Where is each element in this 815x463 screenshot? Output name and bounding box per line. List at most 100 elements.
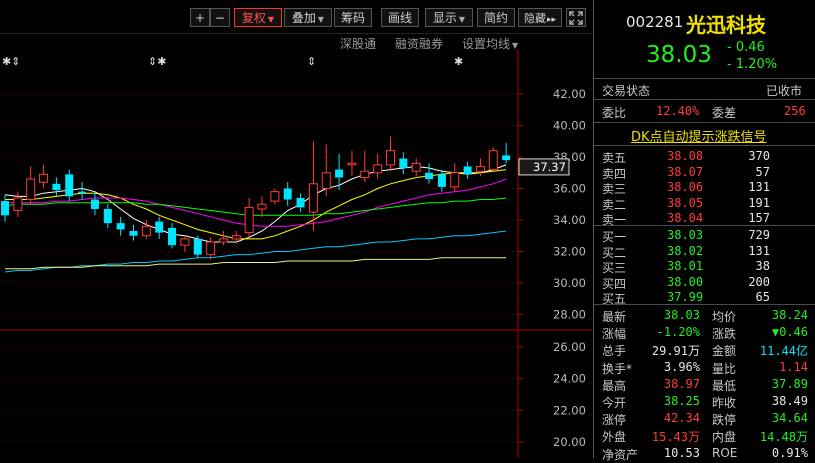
order-price[interactable]: 38.01 [667, 259, 703, 273]
chouma-button[interactable]: 筹码 [334, 8, 372, 27]
stat-label: 外盘 [602, 430, 627, 445]
weibi-value: 12.40% [656, 104, 700, 118]
stat-label: 净资产 [602, 447, 639, 462]
order-level-label: 卖四 [602, 166, 627, 181]
divider [594, 225, 815, 226]
stat-value: 15.43万 [651, 430, 700, 445]
chevron-down-icon: ▼ [267, 15, 275, 24]
candle-body [78, 191, 87, 194]
huaxian-button[interactable]: 画线 [381, 8, 419, 27]
order-price[interactable]: 38.08 [667, 149, 703, 163]
y-tick-label: 30.00 [553, 276, 586, 290]
dk-signal-link[interactable]: DK点自动提示涨跌信号 [631, 126, 767, 145]
candle-body [13, 197, 23, 212]
y-tick-label: 26.00 [553, 340, 586, 354]
stat-label: ROE [712, 445, 738, 460]
weicha-value: 256 [784, 104, 806, 118]
stat-value: 34.64 [771, 411, 808, 426]
order-price[interactable]: 38.02 [667, 244, 703, 258]
stat-label: 金额 [712, 344, 737, 359]
chevron-down-icon: ▼ [458, 15, 466, 24]
stat-value: 0.91% [771, 445, 808, 460]
candle-body [1, 201, 9, 216]
double-arrow-right-icon: ▸▸ [546, 15, 557, 25]
price-change-pct: - 1.20% [727, 57, 778, 72]
diejia-label: 叠加 [291, 11, 316, 25]
candle-body [244, 206, 254, 234]
fuquan-label: 复权 [241, 11, 266, 25]
order-level-label: 买四 [602, 276, 627, 291]
candle-body [360, 170, 370, 178]
order-level-label: 买三 [602, 261, 627, 275]
order-level-label: 买一 [602, 230, 627, 244]
candle-body [283, 188, 292, 200]
chart-toolbar: + − 复权 ▼ 叠加 ▼ 筹码 画线 显示 ▼ 简约 隐藏▸▸ [0, 0, 592, 34]
candle-body [425, 172, 434, 180]
order-volume: 57 [755, 164, 770, 179]
candle-body [335, 169, 344, 178]
xianshi-dropdown[interactable]: 显示 ▼ [425, 8, 473, 27]
ma-line-ma10 [5, 169, 507, 240]
order-volume: 200 [748, 274, 770, 289]
kline-chart[interactable]: 42.0040.0038.0036.0034.0032.0030.0028.00… [0, 50, 592, 458]
stat-label: 最新 [602, 310, 627, 324]
stat-value: 10.53 [663, 445, 700, 460]
candle-body [450, 172, 460, 188]
stat-value: 1.14 [779, 359, 808, 374]
candle-body [103, 208, 112, 224]
candle-body [347, 162, 357, 166]
expand-glyph [569, 11, 583, 25]
fuquan-dropdown[interactable]: 复权 ▼ [234, 8, 282, 27]
stat-value: ▼0.46 [771, 325, 808, 340]
divider [594, 304, 815, 305]
candle-body [502, 155, 511, 161]
candle-body [386, 150, 395, 166]
stat-value: 11.44亿 [759, 344, 808, 359]
order-level-label: 卖五 [602, 151, 627, 165]
xianshi-label: 显示 [432, 11, 457, 25]
order-price[interactable]: 38.05 [667, 196, 703, 210]
y-tick-label: 40.00 [553, 119, 586, 133]
stock-code: 002281 [626, 13, 684, 31]
order-price[interactable]: 37.99 [667, 290, 703, 304]
stat-value: 14.48万 [759, 430, 808, 445]
candle-body [168, 227, 177, 246]
status-value: 已收市 [766, 84, 803, 98]
candle-body [411, 162, 421, 172]
expand-icon[interactable] [566, 8, 586, 27]
stat-value: 37.89 [771, 376, 808, 391]
order-price[interactable]: 38.07 [667, 165, 703, 179]
order-price[interactable]: 38.04 [667, 211, 703, 225]
quote-panel: 002281 光迅科技 38.03 - 0.46 - 1.20% 交易状态 已收… [593, 0, 815, 462]
y-tick-label: 36.00 [553, 182, 586, 196]
chevron-down-icon: ▼ [317, 15, 325, 24]
order-volume: 131 [748, 180, 770, 194]
candle-body [373, 164, 383, 174]
zoom-in-button[interactable]: + [190, 8, 210, 27]
order-price[interactable]: 38.03 [667, 228, 703, 242]
diejia-dropdown[interactable]: 叠加 ▼ [284, 8, 332, 27]
stat-value: 38.25 [663, 394, 700, 408]
order-price[interactable]: 38.00 [667, 275, 703, 289]
candle-body [193, 238, 202, 255]
candle-body [463, 166, 472, 175]
order-volume: 38 [755, 259, 770, 273]
y-tick-label: 34.00 [553, 213, 586, 227]
candle-body [26, 178, 36, 201]
order-volume: 729 [748, 228, 770, 242]
stat-value: 42.34 [663, 411, 700, 426]
candle-body [437, 174, 446, 187]
order-volume: 370 [748, 149, 770, 163]
stat-value: 38.24 [771, 308, 808, 322]
candle-body [488, 150, 498, 171]
order-price[interactable]: 38.06 [667, 180, 703, 194]
candle-body [296, 197, 305, 208]
jianyue-button[interactable]: 简约 [477, 8, 515, 27]
zoom-out-button[interactable]: − [210, 8, 230, 27]
yincang-button[interactable]: 隐藏▸▸ [518, 8, 562, 27]
candle-body [90, 199, 99, 209]
stat-value: 38.03 [663, 308, 700, 322]
y-tick-label: 20.00 [553, 435, 586, 449]
stat-label: 今开 [602, 396, 627, 410]
order-volume: 131 [748, 243, 770, 258]
